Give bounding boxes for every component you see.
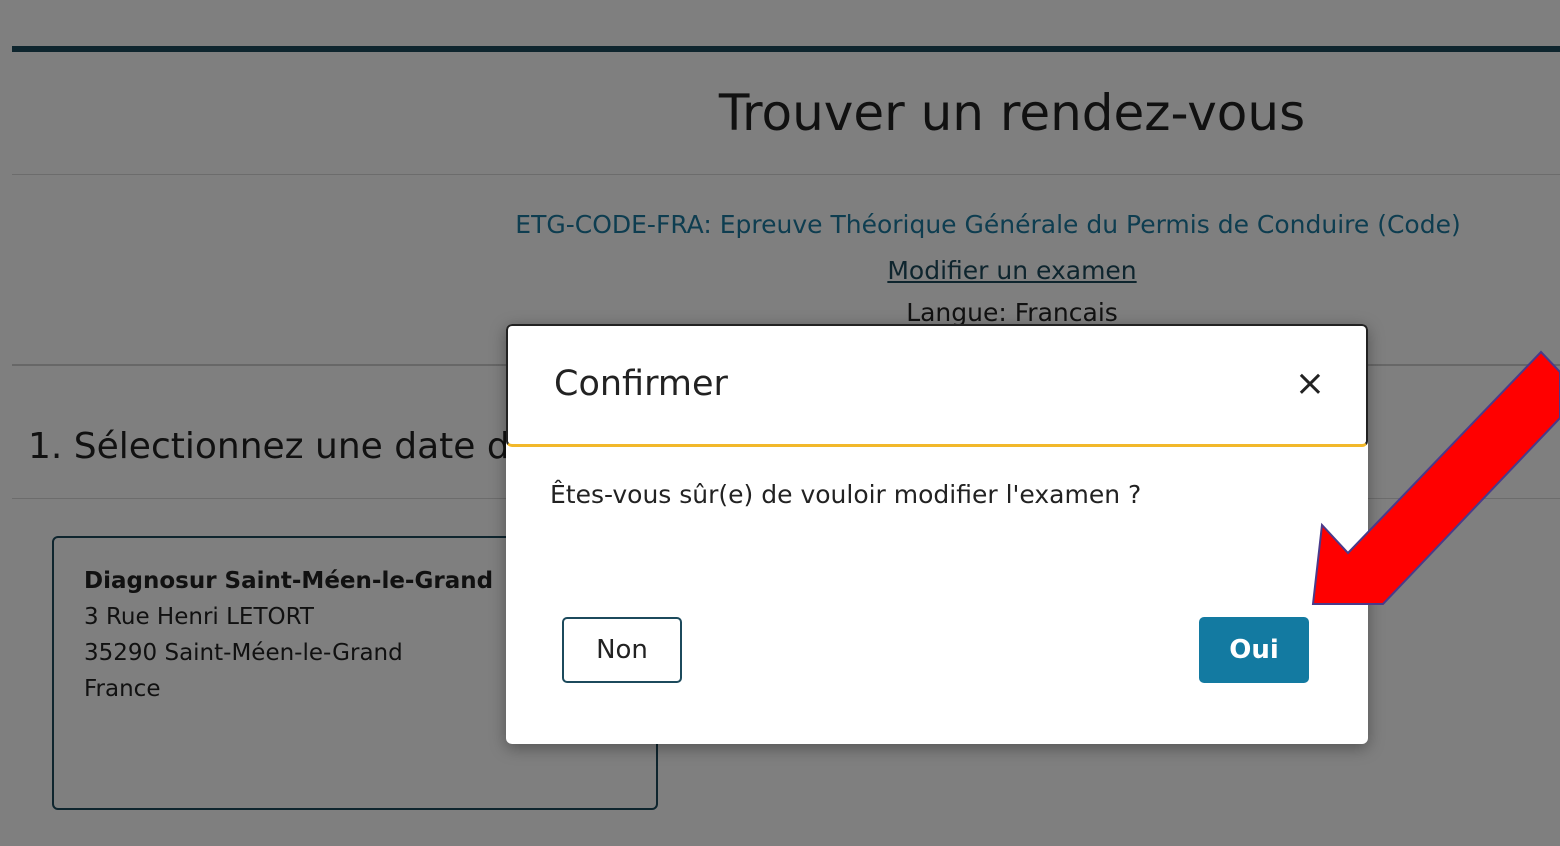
- confirm-dialog: Confirmer × Êtes-vous sûr(e) de vouloir …: [506, 324, 1368, 744]
- dialog-header: Confirmer ×: [506, 324, 1368, 447]
- dialog-title: Confirmer: [554, 364, 728, 404]
- screen: Trouver un rendez-vous ETG-CODE-FRA: Epr…: [0, 0, 1560, 846]
- dialog-message: Êtes-vous sûr(e) de vouloir modifier l'e…: [550, 480, 1142, 509]
- close-icon[interactable]: ×: [1288, 362, 1332, 406]
- cancel-button[interactable]: Non: [562, 617, 682, 683]
- confirm-button[interactable]: Oui: [1199, 617, 1309, 683]
